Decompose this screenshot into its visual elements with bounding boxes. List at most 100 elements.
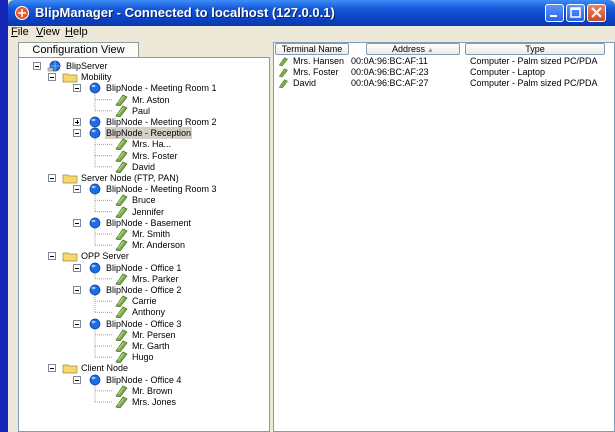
minimize-icon bbox=[550, 15, 557, 17]
handheld-terminal-icon bbox=[115, 94, 128, 106]
maximize-icon bbox=[570, 7, 581, 18]
app-icon bbox=[15, 6, 29, 20]
tree-item-label: Mr. Persen bbox=[132, 329, 176, 340]
column-header-terminal-name[interactable]: Terminal Name bbox=[275, 43, 349, 55]
collapse-icon[interactable] bbox=[73, 185, 81, 194]
table-row[interactable]: Mrs. Foster 00:0A:96:BC:AF:23 Computer - L… bbox=[274, 67, 614, 78]
handheld-terminal-icon bbox=[115, 295, 128, 308]
close-icon bbox=[591, 7, 602, 18]
table-cell-type: Computer - Palm sized PC/PDA bbox=[470, 78, 598, 88]
collapse-icon[interactable] bbox=[33, 62, 41, 70]
minimize-button[interactable] bbox=[545, 4, 564, 22]
handheld-terminal-icon bbox=[115, 329, 128, 341]
tree-item-label: Mrs. Foster bbox=[132, 150, 178, 161]
handheld-terminal-icon bbox=[115, 306, 128, 319]
handheld-terminal-icon bbox=[115, 351, 128, 364]
menu-help[interactable]: Help bbox=[65, 26, 88, 38]
handheld-terminal-icon bbox=[278, 68, 288, 78]
tree-item-label: Bruce bbox=[132, 195, 156, 206]
expand-icon[interactable] bbox=[73, 118, 81, 126]
table-cell-name: David bbox=[293, 78, 317, 88]
table-cell-name: Mrs. Foster bbox=[293, 67, 339, 77]
table-row[interactable]: Mrs. Hansen 00:0A:96:BC:AF:11 Computer - P… bbox=[274, 56, 614, 67]
tree-item-label: Carrie bbox=[132, 296, 157, 307]
blipnode-icon bbox=[89, 262, 101, 273]
blipnode-icon bbox=[89, 284, 101, 296]
collapse-icon[interactable] bbox=[73, 286, 81, 294]
tree-item-label: Mr. Aston bbox=[132, 94, 170, 105]
handheld-terminal-icon bbox=[115, 273, 128, 285]
table-cell-address: 00:0A:96:BC:AF:23 bbox=[351, 67, 429, 77]
handheld-terminal-icon bbox=[115, 206, 128, 218]
collapse-icon[interactable] bbox=[73, 129, 81, 138]
table-cell-type: Computer - Laptop bbox=[470, 67, 546, 77]
blipnode-icon bbox=[89, 318, 101, 329]
maximize-button[interactable] bbox=[566, 4, 585, 22]
tree-item-label: Hugo bbox=[132, 352, 154, 363]
tree-item-label: Mobility bbox=[81, 72, 112, 83]
collapse-icon[interactable] bbox=[48, 174, 56, 182]
tree-item-label: Mr. Smith bbox=[132, 229, 171, 239]
terminal-table-panel: Terminal Name Address ▲ Type Mrs. Hansen 0… bbox=[273, 42, 615, 432]
menu-file[interactable]: File bbox=[11, 26, 29, 38]
tree-item-label: BlipNode - Office 4 bbox=[106, 374, 182, 385]
server-globe-icon bbox=[47, 60, 61, 72]
column-header-address-label: Address bbox=[392, 44, 426, 54]
blipnode-icon bbox=[89, 83, 101, 94]
column-header-address[interactable]: Address ▲ bbox=[366, 43, 460, 55]
blipnode-icon bbox=[89, 183, 101, 195]
tree-item-label: Mrs. Parker bbox=[132, 273, 179, 284]
handheld-terminal-icon bbox=[115, 340, 128, 352]
tree-item-label: Mrs. Jones bbox=[132, 397, 177, 407]
folder-icon bbox=[62, 253, 78, 262]
table-header: Terminal Name Address ▲ Type bbox=[274, 43, 614, 55]
collapse-icon[interactable] bbox=[73, 84, 81, 93]
tree-item-label: Client Node bbox=[81, 363, 129, 374]
table-cell-address: 00:0A:96:BC:AF:11 bbox=[351, 56, 428, 66]
handheld-terminal-icon bbox=[115, 194, 128, 207]
menu-view[interactable]: View bbox=[36, 26, 60, 38]
handheld-terminal-icon bbox=[115, 138, 128, 151]
tree-item-label: Jennifer bbox=[132, 206, 165, 217]
collapse-icon[interactable] bbox=[48, 364, 56, 373]
menu-bar: File View Help bbox=[8, 26, 615, 40]
sort-ascending-icon: ▲ bbox=[427, 47, 434, 54]
title-bar[interactable]: BlipManager - Connected to localhost (12… bbox=[8, 0, 615, 26]
tree-item-label: Mr. Garth bbox=[132, 341, 170, 351]
handheld-terminal-icon bbox=[278, 57, 288, 67]
handheld-terminal-icon bbox=[115, 105, 128, 117]
handheld-terminal-icon bbox=[115, 396, 128, 408]
collapse-icon[interactable] bbox=[73, 218, 81, 227]
tree-item-label: Mrs. Ha... bbox=[132, 139, 172, 150]
tree-item-label: David bbox=[132, 161, 156, 172]
collapse-icon[interactable] bbox=[73, 263, 81, 272]
handheld-terminal-icon bbox=[115, 150, 128, 162]
handheld-terminal-icon bbox=[115, 161, 128, 173]
tree-item-label: BlipNode - Office 1 bbox=[106, 262, 182, 273]
column-header-type[interactable]: Type bbox=[465, 43, 605, 55]
column-header-terminal-name-label: Terminal Name bbox=[281, 44, 343, 54]
close-button[interactable] bbox=[587, 4, 606, 22]
app-window: BlipManager - Connected to localhost (12… bbox=[8, 0, 615, 432]
tree-item-label: Paul bbox=[132, 105, 151, 116]
handheld-terminal-icon bbox=[115, 385, 128, 397]
table-cell-address: 00:0A:96:BC:AF:27 bbox=[351, 78, 429, 88]
tree-item-label: OPP Server bbox=[81, 251, 129, 262]
table-cell-type: Computer - Palm sized PC/PDA bbox=[470, 56, 598, 66]
collapse-icon[interactable] bbox=[48, 252, 56, 261]
blipnode-icon bbox=[89, 116, 101, 128]
folder-icon bbox=[62, 365, 78, 374]
tree-item-label: BlipNode - Meeting Room 1 bbox=[106, 83, 217, 94]
tab-configuration-view[interactable]: Configuration View bbox=[18, 42, 139, 57]
tree-item-label: BlipNode - Meeting Room 2 bbox=[106, 117, 217, 127]
collapse-icon[interactable] bbox=[48, 73, 56, 82]
collapse-icon[interactable] bbox=[73, 319, 81, 328]
tree-item-label: BlipNode - Meeting Room 3 bbox=[106, 184, 217, 195]
configuration-tree-panel: BlipServer Mobility BlipNode - Meeting Roo… bbox=[18, 57, 270, 432]
tree-item-label: Anthony bbox=[132, 307, 166, 318]
folder-icon bbox=[62, 73, 78, 83]
handheld-terminal-icon bbox=[115, 228, 128, 240]
collapse-icon[interactable] bbox=[73, 375, 81, 384]
blipnode-icon bbox=[89, 374, 101, 385]
table-row[interactable]: David 00:0A:96:BC:AF:27 Computer - Palm si… bbox=[274, 78, 614, 89]
